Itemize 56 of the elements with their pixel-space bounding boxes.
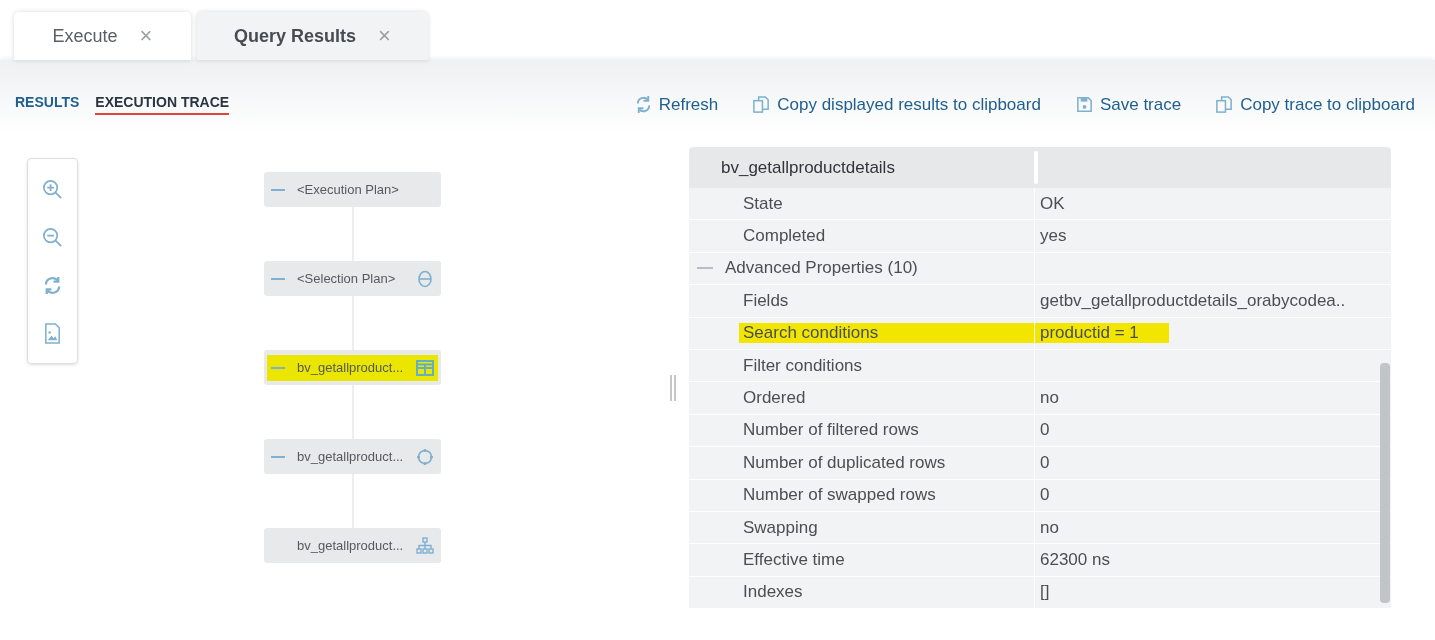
plan-node[interactable]: <Execution Plan> [264, 172, 441, 207]
plan-node[interactable]: bv_getallproduct... [264, 350, 441, 385]
property-name: Number of duplicated rows [743, 452, 946, 473]
collapse-icon[interactable] [271, 188, 285, 191]
toolbar-button[interactable]: Copy trace to clipboard [1215, 94, 1415, 115]
table-title: bv_getallproductdetails [720, 157, 896, 178]
property-name: State [743, 193, 783, 214]
group-header[interactable]: Advanced Properties (10) [725, 258, 918, 279]
image-file-icon[interactable] [42, 322, 63, 344]
property-name: Number of swapped rows [743, 485, 936, 506]
property-name: Filter conditions [743, 355, 863, 376]
save-icon [1074, 95, 1094, 114]
property-value: 0 [1040, 420, 1050, 441]
property-value: no [1040, 388, 1059, 409]
toolbar-button[interactable]: Refresh [633, 94, 719, 115]
zoom-in-icon[interactable] [42, 178, 63, 200]
collapse-icon[interactable] [271, 366, 285, 369]
copy-icon [1215, 95, 1235, 114]
property-name: Fields [743, 290, 789, 311]
view-tab[interactable]: EXECUTION TRACE [95, 94, 230, 115]
zoom-out-icon[interactable] [42, 226, 63, 248]
view-tab[interactable]: RESULTS [15, 94, 80, 115]
property-name: Effective time [743, 550, 845, 570]
collapse-icon[interactable] [271, 455, 285, 458]
circle-nodes-icon [416, 447, 434, 466]
copy-icon [752, 95, 772, 114]
toolbar-button[interactable]: Copy displayed results to clipboard [752, 94, 1041, 115]
property-name: Swapping [743, 517, 818, 538]
table-icon [416, 358, 434, 377]
property-value: productid = 1 [1035, 323, 1169, 344]
property-name: Ordered [743, 388, 806, 409]
property-value: getbv_getallproductdetails_orabycodea.. [1040, 290, 1346, 311]
property-value: OK [1040, 193, 1065, 214]
document-tab[interactable]: Query Results × [197, 12, 428, 60]
collapse-icon[interactable] [697, 267, 713, 270]
plan-node[interactable]: bv_getallproduct... [264, 439, 441, 474]
property-name: Search conditions [739, 323, 1034, 344]
collapse-icon[interactable] [271, 277, 285, 280]
property-value: 0 [1040, 485, 1050, 506]
property-value: [] [1040, 582, 1050, 603]
hierarchy-icon [416, 536, 434, 555]
plan-node[interactable]: <Selection Plan> [264, 261, 441, 296]
plan-node[interactable]: bv_getallproduct... [264, 528, 441, 563]
property-value: no [1040, 517, 1059, 538]
property-value: 0 [1040, 452, 1050, 473]
property-value: 62300 ns [1040, 550, 1110, 570]
toolbar-button[interactable]: Save trace [1074, 94, 1182, 115]
property-name: Indexes [743, 582, 803, 603]
property-value: yes [1040, 226, 1067, 247]
scrollbar-thumb[interactable] [1380, 363, 1390, 603]
property-name: Completed [743, 226, 826, 247]
refresh-icon[interactable] [42, 274, 63, 296]
document-tab[interactable]: Execute × [14, 12, 191, 60]
property-name: Number of filtered rows [743, 420, 919, 441]
theta-icon [416, 269, 434, 288]
splitter-handle[interactable] [670, 375, 676, 401]
